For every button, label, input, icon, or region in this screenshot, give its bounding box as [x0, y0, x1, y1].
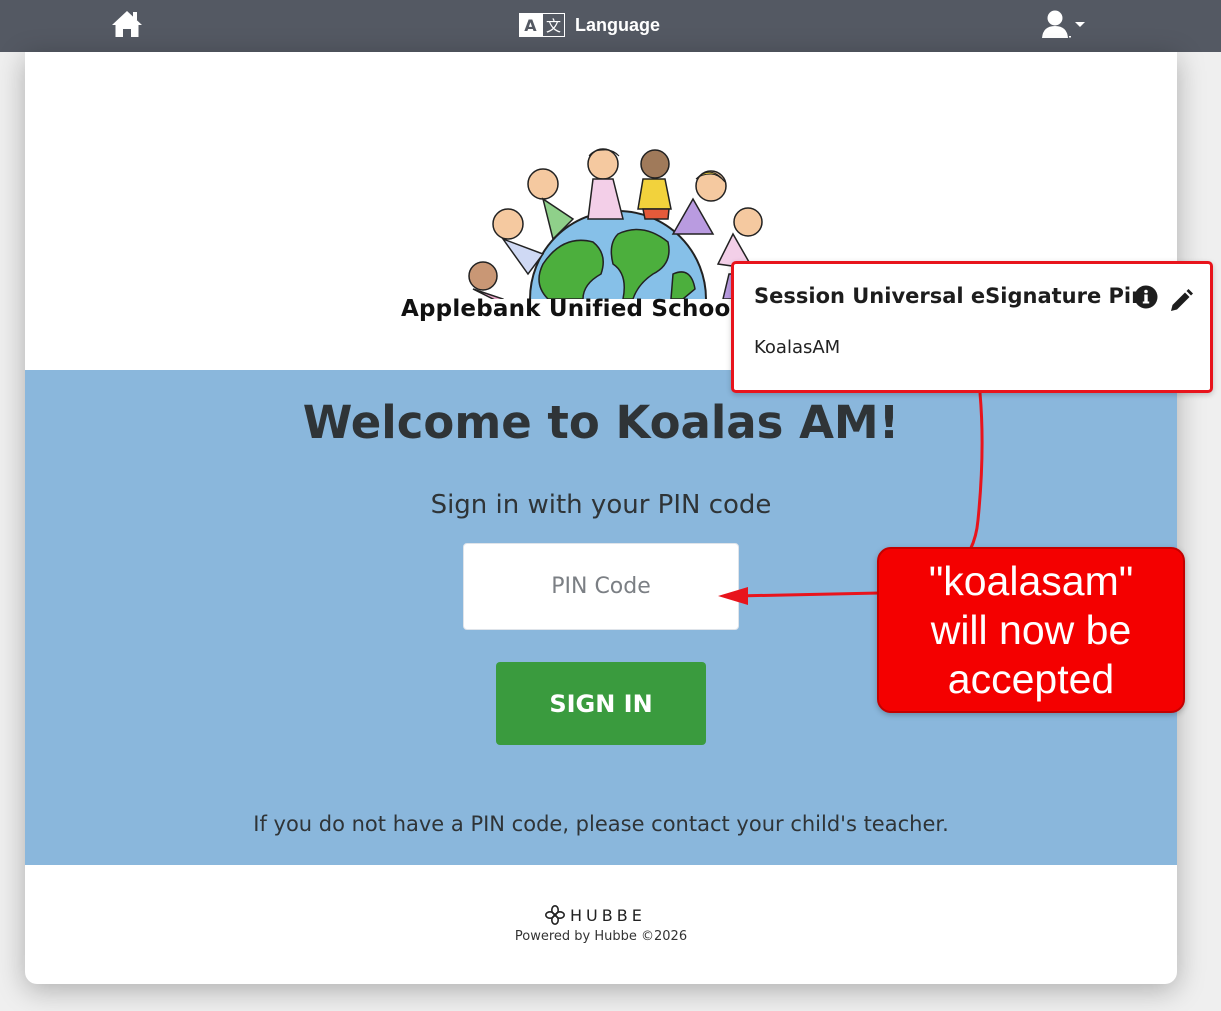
- top-nav-bar: A 文 Language: [0, 0, 1221, 52]
- home-icon[interactable]: [110, 9, 144, 39]
- caret-down-icon: [1075, 22, 1085, 27]
- pin-code-input[interactable]: [463, 543, 739, 630]
- school-name: Applebank Unified School D: [401, 296, 767, 322]
- sign-in-button[interactable]: SIGN IN: [496, 662, 706, 745]
- page-title: Welcome to Koalas AM!: [302, 396, 900, 449]
- signin-card: Applebank Unified School D Welcome to Ko…: [25, 52, 1177, 984]
- user-menu[interactable]: [1041, 8, 1095, 40]
- school-logo: Applebank Unified School D: [25, 52, 1177, 370]
- language-menu[interactable]: A 文 Language: [519, 11, 660, 39]
- help-text: If you do not have a PIN code, please co…: [253, 812, 949, 836]
- school-logo-image: [468, 148, 764, 299]
- powered-by-text: Powered by Hubbe ©2026: [514, 929, 688, 944]
- hubbe-brand[interactable]: HUBBE: [545, 905, 646, 925]
- language-label: Language: [575, 14, 661, 35]
- translate-icon: A 文: [519, 13, 565, 37]
- user-icon: [1042, 10, 1071, 38]
- signin-subtitle: Sign in with your PIN code: [430, 490, 772, 520]
- footer: HUBBE Powered by Hubbe ©2026: [25, 865, 1177, 984]
- svg-text:A: A: [524, 16, 537, 35]
- svg-text:文: 文: [546, 17, 561, 35]
- signin-section: Welcome to Koalas AM! Sign in with your …: [25, 370, 1177, 865]
- hubbe-logo-icon: [545, 905, 565, 925]
- brand-name: HUBBE: [570, 905, 646, 925]
